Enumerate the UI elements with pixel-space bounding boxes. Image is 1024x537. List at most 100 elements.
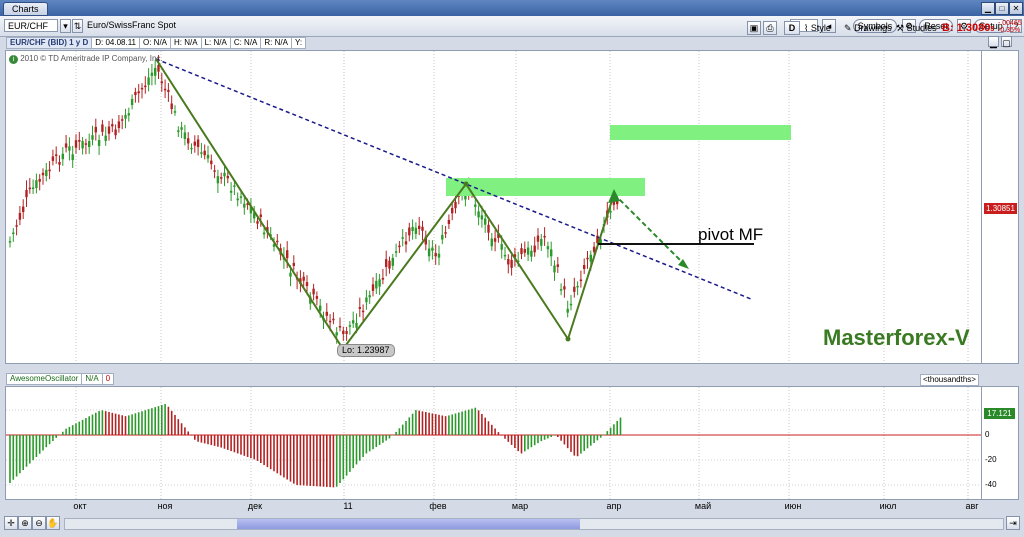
candle-body — [236, 198, 239, 201]
pan-hand-icon[interactable]: ✋ — [46, 516, 60, 530]
info-y: Y: — [290, 37, 307, 49]
x-tick-label: дек — [247, 501, 263, 511]
candle-body — [144, 85, 147, 88]
change-pct: -0.35% — [998, 27, 1021, 34]
candle-body — [51, 156, 55, 161]
candle-body — [540, 239, 543, 246]
oscillator-header: AwesomeOscillator N/A 0 — [6, 373, 115, 385]
info-symbol[interactable]: EUR/CHF (BID) 1 y D — [6, 37, 93, 49]
oscillator-axis[interactable]: 17.121 0 -20 -40 — [982, 386, 1019, 500]
oscillator-value: N/A — [81, 373, 103, 385]
time-axis[interactable]: окт ноя дек 11 фев мар апр май июн июл авг — [5, 500, 1019, 514]
candle-body — [418, 225, 421, 230]
candle-body — [431, 247, 434, 251]
candle-body — [332, 318, 335, 321]
resistance-zone-upper — [610, 125, 791, 140]
candle-body — [559, 289, 563, 291]
camera-icon[interactable]: ▣ — [747, 21, 761, 35]
candle-body — [104, 135, 107, 141]
oscillator-name[interactable]: AwesomeOscillator — [6, 373, 83, 385]
candle-body — [160, 81, 163, 84]
crosshair-icon[interactable]: ✛ — [4, 516, 18, 530]
candle-body — [361, 310, 365, 313]
close-icon[interactable]: ✕ — [1009, 2, 1023, 15]
studies-label: Studies — [906, 23, 937, 33]
charts-tab[interactable]: Charts — [3, 2, 48, 16]
window-titlebar: Charts ▁ □ ✕ — [0, 0, 1024, 16]
pivot-label: pivot MF — [698, 225, 764, 244]
price-chart — [8, 51, 969, 363]
candle-body — [302, 276, 305, 281]
scroll-track[interactable] — [64, 518, 1004, 530]
interval-d-button[interactable]: D — [784, 21, 800, 35]
drawings-button[interactable]: ✎ Drawings — [844, 21, 892, 35]
candle-body — [391, 257, 394, 266]
forecast-line — [613, 193, 687, 267]
candle-body — [335, 332, 338, 336]
candle-body — [137, 91, 140, 94]
oscillator-grid — [6, 387, 981, 499]
candle-body — [576, 285, 579, 288]
x-tick-label: фев — [429, 501, 447, 511]
scroll-thumb[interactable] — [237, 519, 580, 529]
price-pane[interactable]: i 2010 © TD Ameritrade IP Company, Inc. … — [5, 50, 982, 364]
print-icon[interactable]: ⎙ — [763, 21, 777, 35]
candle-body — [101, 124, 104, 132]
candle-body — [414, 227, 418, 235]
info-icon[interactable]: i — [9, 55, 18, 64]
zoom-out-icon[interactable]: ⊖ — [32, 516, 46, 530]
symbol-input[interactable]: EUR/CHF — [4, 19, 58, 32]
candle-body — [180, 127, 183, 130]
candle-body — [394, 251, 398, 253]
candle-body — [345, 331, 348, 334]
candle-body — [586, 257, 589, 260]
candle-body — [441, 234, 444, 240]
candle-body — [121, 119, 124, 121]
oscillator-bars — [9, 404, 622, 488]
candle-body — [421, 226, 424, 231]
candle-body — [533, 245, 536, 253]
candle-body — [226, 175, 229, 179]
symbol-dropdown-icon[interactable]: ▾ — [60, 19, 71, 33]
copyright-text: 2010 © TD Ameritrade IP Company, Inc. — [20, 54, 163, 63]
price-axis[interactable]: 1.30851 — [982, 50, 1019, 364]
candle-body — [325, 311, 328, 316]
forecast-arrow-icon — [678, 259, 689, 269]
y-tick-minus20: -20 — [985, 455, 997, 464]
candle-body — [22, 206, 25, 213]
candle-body — [315, 296, 319, 299]
candle-body — [583, 265, 586, 269]
candle-body — [220, 177, 223, 179]
candle-body — [536, 235, 540, 242]
studies-button[interactable]: ⚒ Studies — [896, 21, 937, 35]
candle-body — [61, 153, 64, 160]
candle-body — [474, 204, 477, 207]
candle-body — [328, 320, 332, 323]
candle-body — [404, 241, 408, 245]
candle-body — [375, 280, 378, 289]
oscillator-pane[interactable] — [5, 386, 982, 500]
pane-restore-icon[interactable]: ▢ — [1001, 36, 1012, 48]
maximize-icon[interactable]: □ — [995, 2, 1009, 15]
candle-body — [94, 126, 97, 133]
candle-body — [193, 141, 196, 146]
y-tick-minus40: -40 — [985, 480, 997, 489]
candle-body — [84, 143, 88, 145]
zoom-in-icon[interactable]: ⊕ — [18, 516, 32, 530]
candle-body — [117, 121, 121, 129]
candle-body — [12, 232, 15, 235]
oscillator-units: <thousandths> — [920, 374, 979, 386]
candle-body — [477, 211, 480, 218]
pane-minimize-icon[interactable]: ▁ — [988, 36, 999, 48]
style-button[interactable]: ⌇ Style — [804, 21, 831, 35]
oscillator-chart — [6, 387, 981, 499]
pivot-point — [565, 336, 571, 342]
candle-body — [196, 139, 200, 148]
minimize-icon[interactable]: ▁ — [981, 2, 995, 15]
candle-body — [91, 135, 94, 140]
link-icon[interactable]: ⇅ — [72, 19, 83, 33]
candle-body — [437, 253, 441, 258]
scroll-end-icon[interactable]: ⇥ — [1006, 516, 1020, 530]
x-tick-label: окт — [73, 501, 87, 511]
x-tick-label: 11 — [343, 501, 353, 511]
